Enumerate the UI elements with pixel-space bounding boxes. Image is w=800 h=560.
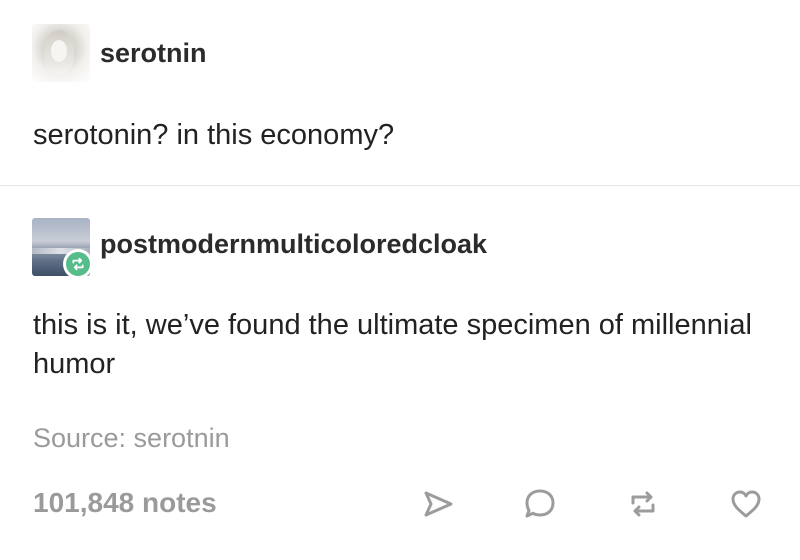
original-poster-username[interactable]: serotnin [100, 38, 207, 69]
paper-plane-icon [424, 491, 453, 517]
like-button[interactable] [726, 484, 766, 524]
reblog-text: this is it, we’ve found the ultimate spe… [33, 309, 752, 380]
heart-icon [731, 490, 761, 518]
share-button[interactable] [418, 484, 458, 524]
reblog-icon [72, 257, 84, 271]
reply-button[interactable] [520, 484, 560, 524]
avatar-face-shape [51, 40, 67, 62]
reblog-button[interactable] [623, 484, 663, 524]
reblog-badge [63, 249, 93, 279]
speech-bubble-icon [525, 489, 555, 518]
tumblr-post: serotnin serotonin? in this economy? pos… [0, 0, 800, 560]
reblog-icon [631, 491, 655, 517]
original-poster-avatar[interactable] [32, 24, 90, 82]
source-link[interactable]: Source: serotnin [33, 423, 230, 454]
reblogger-username[interactable]: postmodernmulticoloredcloak [100, 229, 487, 260]
notes-count[interactable]: 101,848 notes [33, 487, 217, 519]
original-post-text: serotonin? in this economy? [33, 119, 395, 151]
post-divider [0, 185, 800, 186]
reblog-badge-icon [66, 252, 90, 276]
